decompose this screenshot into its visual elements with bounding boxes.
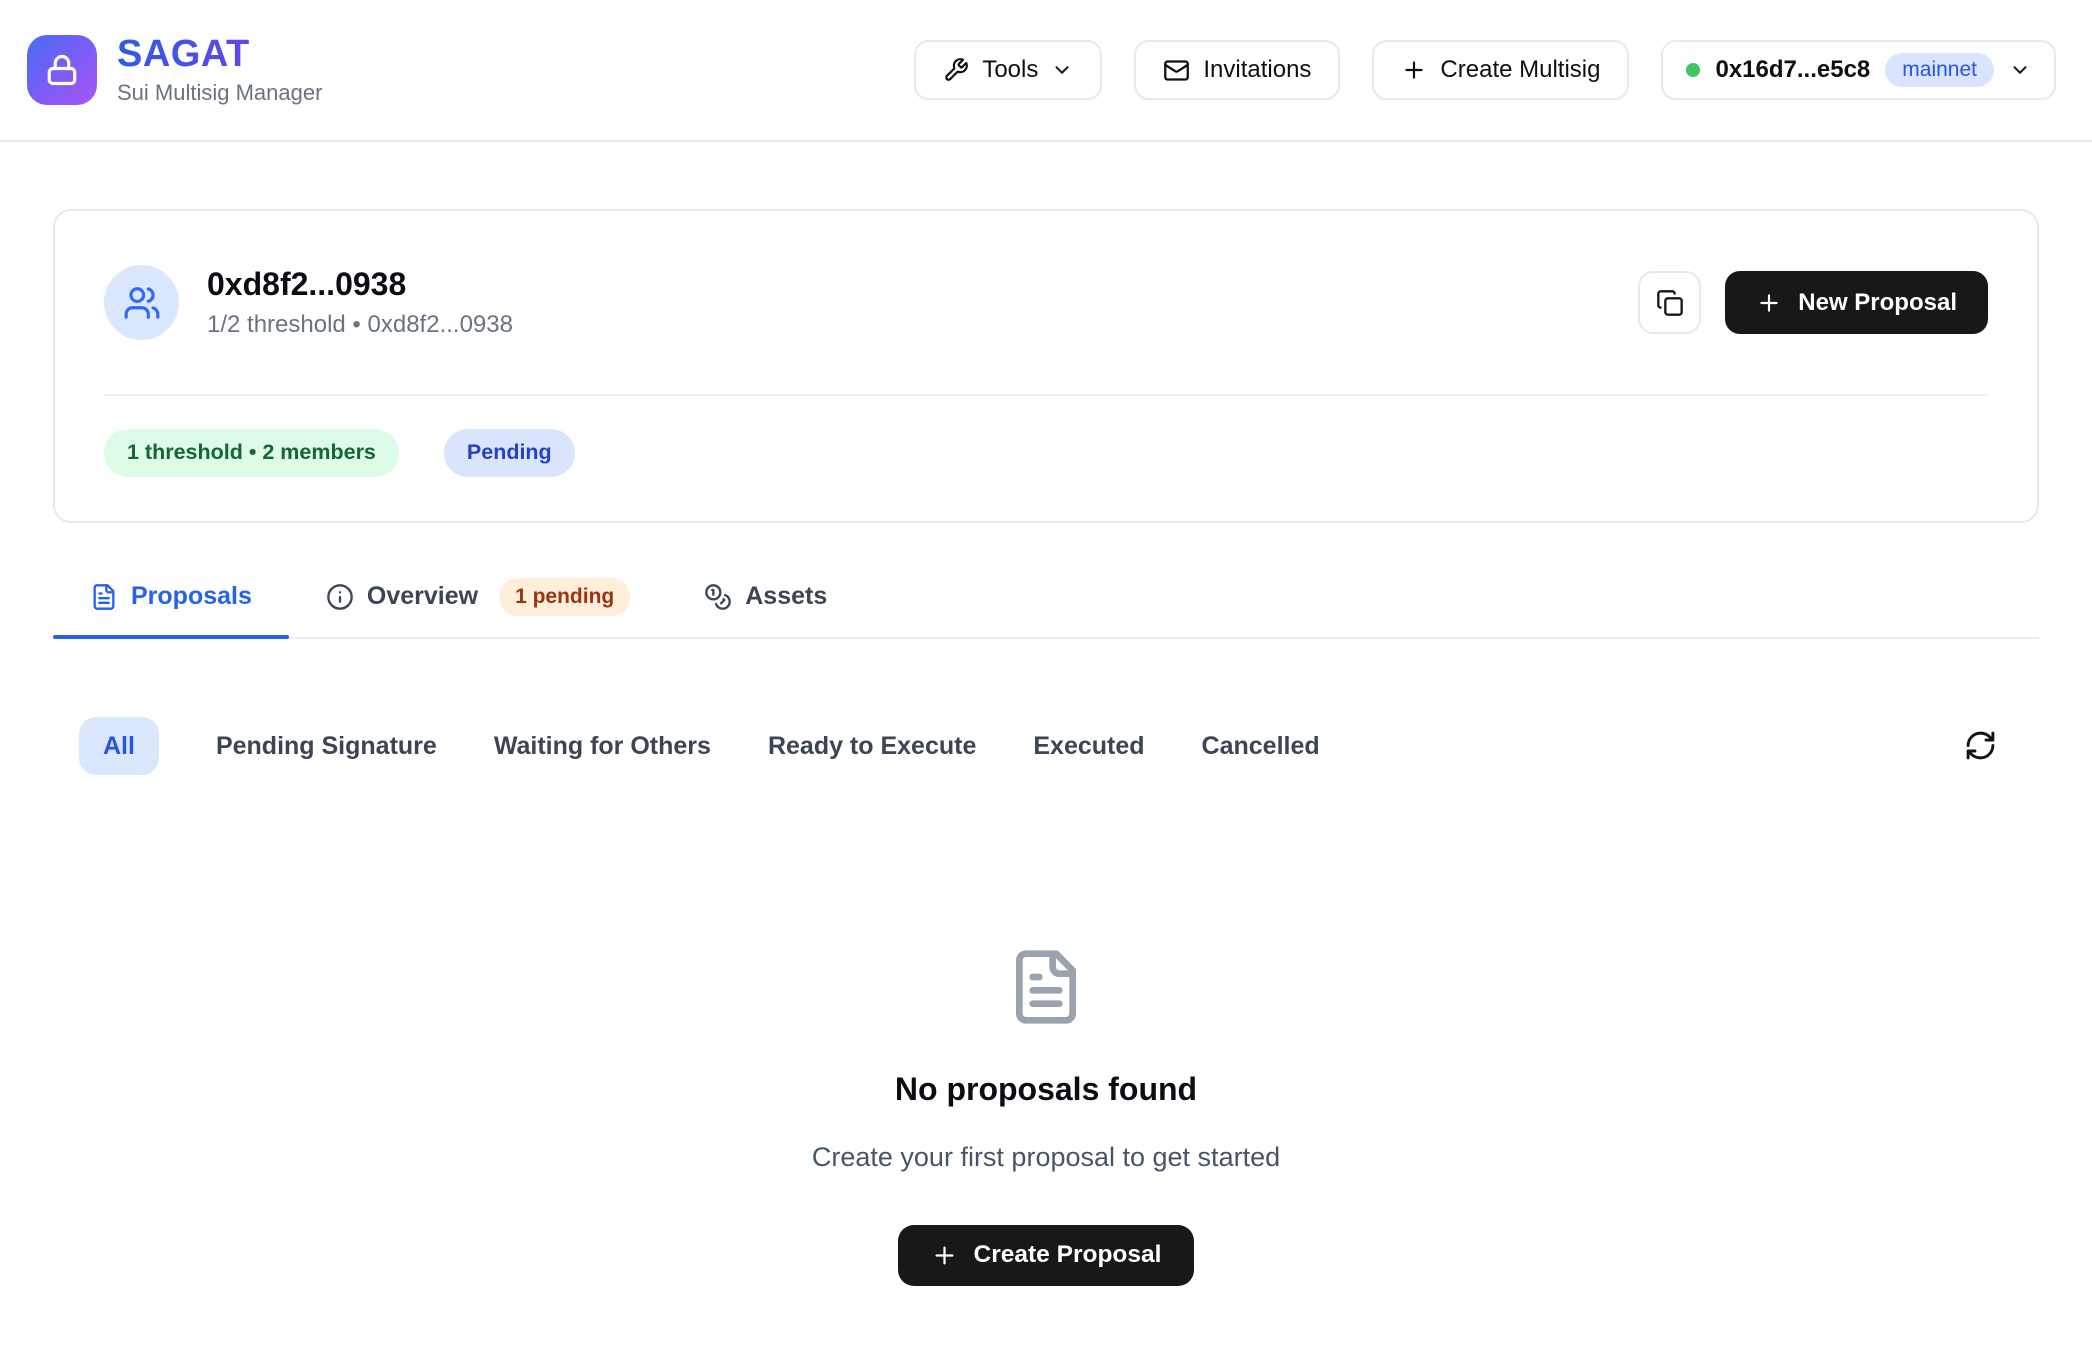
multisig-avatar (104, 265, 179, 340)
multisig-card-actions: New Proposal (1638, 271, 1988, 334)
multisig-titles: 0xd8f2...0938 1/2 threshold • 0xd8f2...0… (207, 266, 513, 339)
brand-text: SAGAT Sui Multisig Manager (117, 34, 322, 106)
tab-overview[interactable]: Overview 1 pending (289, 578, 667, 637)
invitations-button[interactable]: Invitations (1134, 40, 1340, 100)
app-header: SAGAT Sui Multisig Manager Tools I (0, 0, 2092, 142)
new-proposal-label: New Proposal (1798, 289, 1957, 317)
tab-bar: Proposals Overview 1 pending Assets (53, 578, 2039, 639)
filter-executed[interactable]: Executed (1033, 731, 1144, 761)
empty-state: No proposals found Create your first pro… (53, 947, 2039, 1286)
create-proposal-button[interactable]: Create Proposal (898, 1225, 1195, 1286)
create-proposal-label: Create Proposal (974, 1241, 1162, 1269)
wrench-icon (943, 57, 969, 83)
empty-state-title: No proposals found (895, 1071, 1197, 1108)
plus-icon (1756, 290, 1782, 316)
info-icon (326, 583, 354, 611)
plus-icon (1401, 57, 1427, 83)
copy-address-button[interactable] (1638, 271, 1701, 334)
brand: SAGAT Sui Multisig Manager (27, 34, 322, 106)
wallet-address: 0x16d7...e5c8 (1715, 56, 1870, 84)
tab-assets-label: Assets (745, 582, 827, 611)
network-status-dot (1686, 63, 1700, 77)
copy-icon (1656, 289, 1684, 317)
header-actions: Tools Invitations Create Multisig 0x16d7… (914, 40, 2056, 100)
invitations-label: Invitations (1203, 56, 1311, 84)
status-badge: Pending (444, 429, 575, 477)
tools-label: Tools (982, 56, 1038, 84)
multisig-card: 0xd8f2...0938 1/2 threshold • 0xd8f2...0… (53, 209, 2039, 523)
proposal-filters: All Pending Signature Waiting for Others… (53, 717, 2039, 775)
members-badge: 1 threshold • 2 members (104, 429, 399, 477)
create-multisig-label: Create Multisig (1440, 56, 1600, 84)
tab-proposals-label: Proposals (131, 582, 252, 611)
chevron-down-icon (1051, 59, 1073, 81)
empty-document-icon (1006, 947, 1086, 1027)
multisig-card-header: 0xd8f2...0938 1/2 threshold • 0xd8f2...0… (104, 265, 1988, 340)
network-badge: mainnet (1885, 53, 1994, 87)
filter-pending-signature[interactable]: Pending Signature (216, 731, 437, 761)
refresh-button[interactable] (1964, 729, 1997, 762)
mail-icon (1163, 57, 1190, 84)
tab-overview-label: Overview (367, 582, 478, 611)
users-icon (123, 284, 161, 322)
tools-button[interactable]: Tools (914, 40, 1102, 100)
create-multisig-button[interactable]: Create Multisig (1372, 40, 1629, 100)
app-logo (27, 35, 97, 105)
multisig-badges: 1 threshold • 2 members Pending (104, 429, 1988, 477)
empty-state-subtitle: Create your first proposal to get starte… (812, 1142, 1280, 1173)
filter-waiting-for-others[interactable]: Waiting for Others (494, 731, 711, 761)
card-divider (104, 394, 1988, 396)
app-tagline: Sui Multisig Manager (117, 80, 322, 106)
main-content: 0xd8f2...0938 1/2 threshold • 0xd8f2...0… (0, 209, 2092, 1286)
chevron-down-icon (2009, 59, 2031, 81)
file-text-icon (90, 583, 118, 611)
plus-icon (931, 1242, 958, 1269)
multisig-title: 0xd8f2...0938 (207, 266, 513, 303)
wallet-menu-button[interactable]: 0x16d7...e5c8 mainnet (1661, 40, 2056, 100)
refresh-icon (1964, 729, 1997, 762)
tab-assets[interactable]: Assets (667, 578, 864, 637)
pending-count-badge: 1 pending (499, 578, 630, 616)
app-name: SAGAT (117, 34, 322, 76)
new-proposal-button[interactable]: New Proposal (1725, 271, 1988, 334)
tab-proposals[interactable]: Proposals (53, 578, 289, 637)
filter-cancelled[interactable]: Cancelled (1202, 731, 1320, 761)
filter-all[interactable]: All (79, 717, 159, 775)
multisig-meta: 1/2 threshold • 0xd8f2...0938 (207, 311, 513, 339)
filter-ready-to-execute[interactable]: Ready to Execute (768, 731, 976, 761)
lock-icon (44, 52, 80, 88)
coins-icon (704, 583, 732, 611)
